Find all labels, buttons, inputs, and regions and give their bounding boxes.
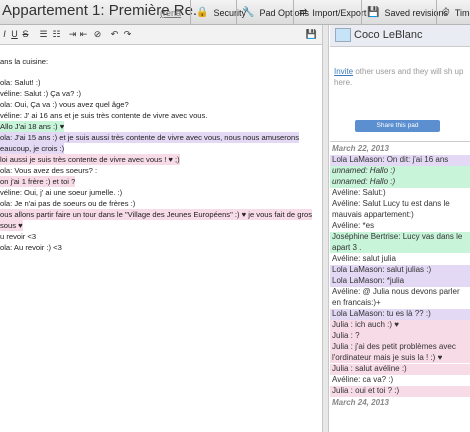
save-icon: 💾	[367, 7, 380, 18]
tab-time-slider[interactable]: ⏱ Time	[436, 0, 470, 25]
timeslider-icon: ⏱	[442, 7, 450, 18]
chat-message: Joséphine Bertrise: Lucy vas dans le apa…	[330, 232, 470, 253]
editor-toolbar: I U S ☰ ☷ ⇥ ⇤ ⊘ ↶ ↷ 💾	[0, 25, 322, 45]
top-bar: Appartement 1: Première Re... (rena 🔒 Se…	[0, 0, 470, 25]
editor-line[interactable]: véline: Oui, j' ai une soeur jumelle. :)	[0, 187, 122, 198]
editor-line[interactable]: u revoir <3	[0, 231, 36, 242]
editor-line[interactable]: ola: J'ai 15 ans :) et je suis aussi trè…	[0, 132, 300, 143]
user-header: Coco LeBlanc	[330, 25, 470, 47]
chat-message: Avéline: Salut:)	[332, 188, 386, 197]
pad-editor[interactable]: ans la cuisine: ola: Salut! :) véline: Sal…	[0, 46, 322, 432]
editor-line[interactable]: Allo J'ai 18 ans :) ♥	[0, 121, 65, 132]
share-button[interactable]: Share this pad	[355, 120, 440, 132]
chat-message: Avéline: Salut Lucy tu est dans le mauva…	[332, 199, 450, 219]
user-color-swatch[interactable]	[335, 28, 351, 42]
chat-message: Julia : oui et toi ? :)	[330, 386, 470, 397]
editor-line[interactable]: ola: Je n'ai pas de soeurs ou de frères …	[0, 198, 135, 209]
chat-message: Julia : j'ai des petit problèmes avec l'…	[330, 342, 470, 363]
clear-authorship-button[interactable]: ⊘	[92, 28, 103, 41]
editor-line[interactable]: ola: Oui, Ça va :) vous avez quel âge?	[0, 99, 129, 110]
italic-button[interactable]: I	[0, 28, 9, 41]
tab-label: Time	[454, 7, 470, 18]
editor-line[interactable]: sous ♥	[0, 220, 23, 231]
chat-date-separator: March 22, 2013	[332, 144, 389, 153]
tab-security[interactable]: 🔒 Security	[190, 0, 246, 25]
chat-message: Avéline: @ Julia nous devons parler en f…	[332, 287, 460, 307]
editor-line[interactable]: ola: Vous avez des soeurs? :	[0, 165, 97, 176]
strikethrough-button[interactable]: S	[21, 28, 30, 41]
chat-message: unnamed: Hallo :)	[330, 166, 470, 177]
chat-message: Lola LaMason: salut julias :)	[330, 265, 470, 276]
chat-message: Julia : salut avéline :)	[330, 364, 470, 375]
unordered-list-button[interactable]: ☷	[51, 28, 62, 41]
editor-line[interactable]: ous allons partir faire un tour dans le …	[0, 209, 312, 220]
rename-link[interactable]: (rena	[160, 8, 181, 18]
tab-label: Import/Export	[312, 7, 367, 18]
editor-line[interactable]: ola: Au revoir :) <3	[0, 242, 62, 253]
chat-message: Avéline: *es	[332, 221, 375, 230]
chat-message: Julia : ich auch :) ♥	[330, 320, 470, 331]
invite-link[interactable]: Invite	[334, 67, 353, 76]
tab-pad-options[interactable]: 🔧 Pad Options	[236, 0, 309, 25]
chat-message: Lola LaMason: *julia	[330, 276, 470, 287]
editor-line[interactable]: ola: Salut! :)	[0, 77, 41, 88]
editor-line[interactable]: ans la cuisine:	[0, 56, 48, 67]
outdent-button[interactable]: ⇤	[78, 28, 89, 41]
arrows-icon: ⇄	[299, 7, 308, 18]
undo-button[interactable]: ↶	[109, 28, 120, 41]
tab-import-export[interactable]: ⇄ Import/Export	[293, 0, 366, 25]
save-revision-button[interactable]: 💾	[305, 28, 318, 41]
editor-line[interactable]: loi aussi je suis très contente de vivre…	[0, 154, 180, 165]
chat-message: Avéline: salut julia	[332, 254, 396, 263]
indent-button[interactable]: ⇥	[67, 28, 78, 41]
chat-panel: March 22, 2013 Lola LaMason: On dit: j'ai…	[330, 141, 470, 432]
tab-saved-revisions[interactable]: 💾 Saved revisions	[361, 0, 448, 25]
editor-line[interactable]: on j'ai 1 frère :) et toi ?	[0, 176, 76, 187]
chat-message: Lola LaMason: tu es là ?? :)	[330, 309, 470, 320]
redo-button[interactable]: ↷	[122, 28, 133, 41]
invite-text: Invite other users and they will sh up h…	[334, 66, 470, 88]
chat-message: unnamed: Hallo :)	[330, 177, 470, 188]
user-name[interactable]: Coco LeBlanc	[354, 29, 423, 41]
wrench-icon: 🔧	[242, 7, 255, 18]
chat-message: Julia : ?	[330, 331, 470, 342]
invite-description: other users and they will sh up here.	[334, 67, 464, 87]
editor-line[interactable]: véline: Salut :) Ça va? :)	[0, 88, 81, 99]
panel-divider[interactable]	[322, 25, 329, 432]
editor-line[interactable]: eaucoup, je crois :)	[0, 143, 65, 154]
ordered-list-button[interactable]: ☰	[38, 28, 49, 41]
editor-line[interactable]: véline: J' ai 16 ans et je suis très con…	[0, 110, 207, 121]
underline-button[interactable]: U	[10, 28, 19, 41]
chat-message: Avéline: ca va? :)	[332, 375, 394, 384]
chat-message: Lola LaMason: On dit: j'ai 16 ans	[330, 155, 470, 166]
lock-icon: 🔒	[196, 7, 209, 18]
chat-date-separator: March 24, 2013	[332, 398, 389, 407]
